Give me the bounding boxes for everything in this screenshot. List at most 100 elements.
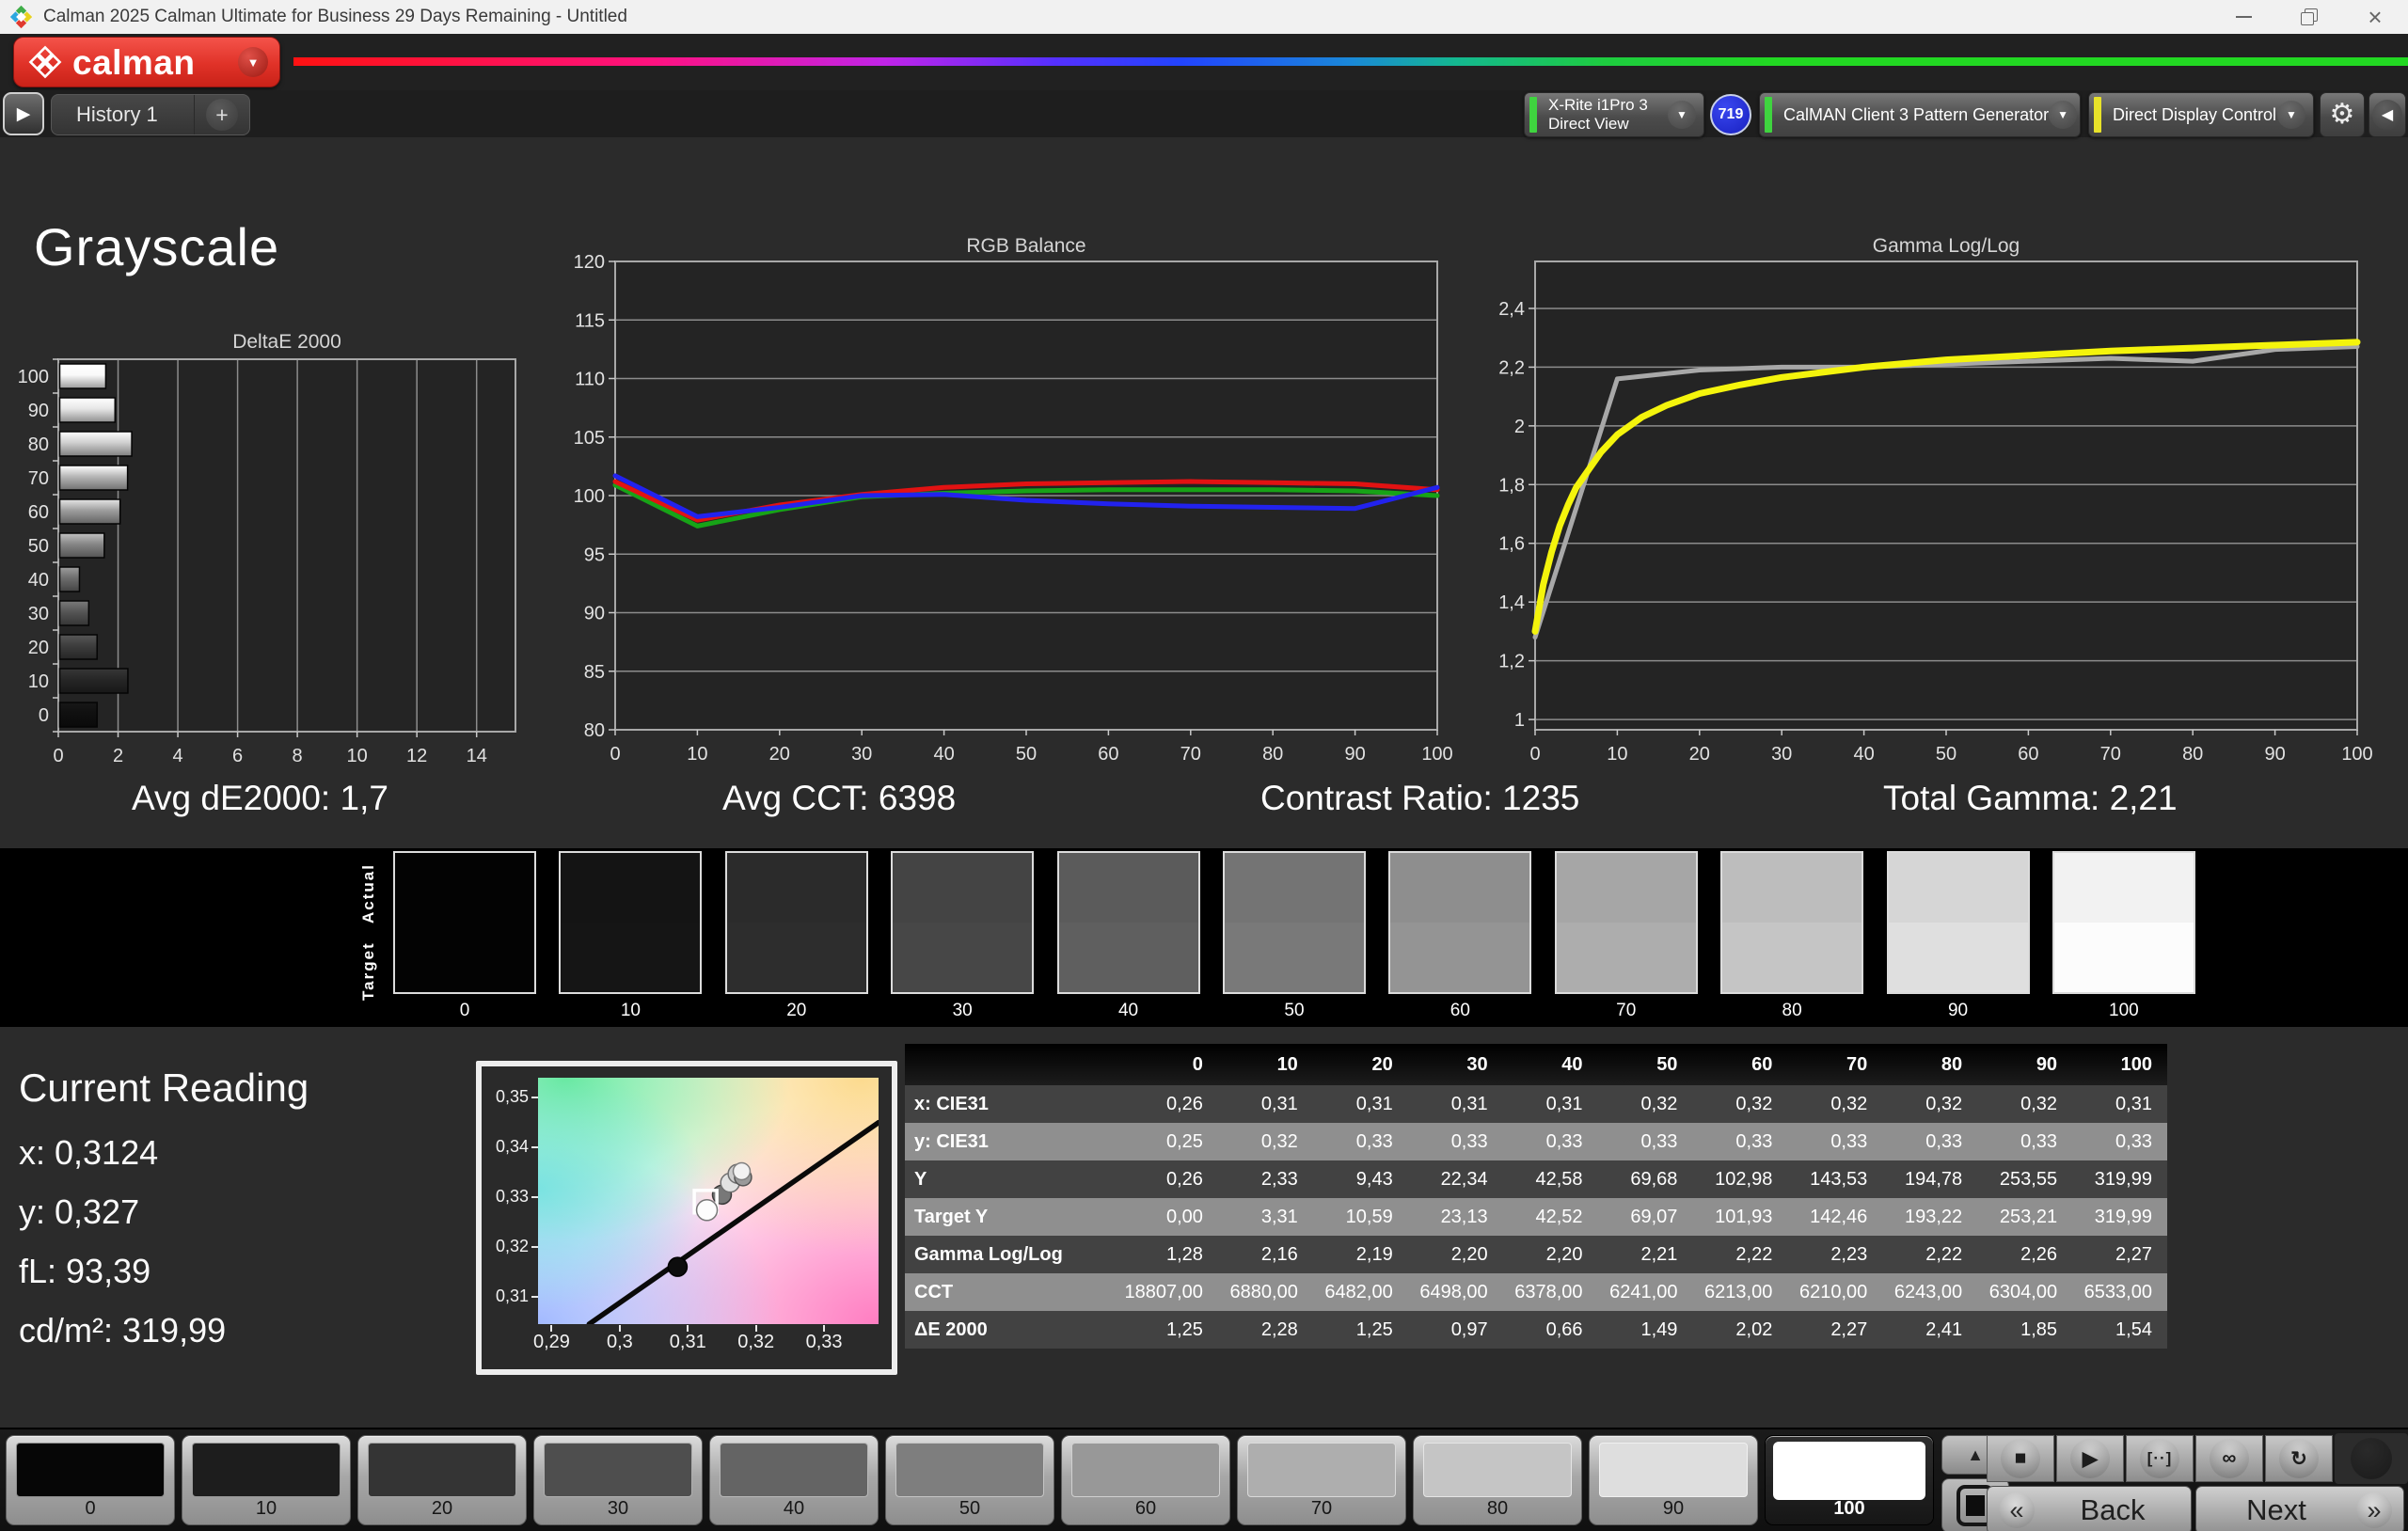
cie-x-tick-label: 0,33: [806, 1332, 843, 1353]
svg-text:80: 80: [1262, 744, 1283, 764]
settings-button[interactable]: ⚙: [2320, 92, 2365, 137]
back-button-label: Back: [2035, 1493, 2191, 1527]
svg-text:1,8: 1,8: [1498, 475, 1525, 496]
table-cell: 22,34: [1408, 1169, 1503, 1191]
refresh-button[interactable]: ↻: [2265, 1435, 2333, 1482]
disabled-meter-button[interactable]: [2335, 1433, 2408, 1484]
stop-icon: ■: [2015, 1447, 2027, 1470]
grayscale-swatch: 100: [2052, 851, 2195, 1021]
swatch-actual-half: [395, 853, 534, 923]
back-button[interactable]: « Back: [1987, 1486, 2192, 1531]
pattern-level-button[interactable]: 70: [1237, 1435, 1406, 1525]
pattern-level-button[interactable]: 40: [709, 1435, 879, 1525]
play-arrow-icon: ▶: [17, 103, 31, 125]
tab-scroll-button[interactable]: ▶: [3, 92, 44, 135]
disabled-circle-icon: [2351, 1438, 2392, 1479]
pattern-level-button[interactable]: 30: [533, 1435, 703, 1525]
tab-history-1[interactable]: History 1 +: [51, 94, 250, 135]
minimize-button[interactable]: [2210, 0, 2276, 34]
svg-text:2,4: 2,4: [1498, 299, 1525, 320]
table-cell: 0,31: [1218, 1094, 1313, 1115]
add-tab-button[interactable]: +: [194, 95, 249, 134]
table-cell: 253,21: [1977, 1207, 2072, 1228]
svg-text:8: 8: [293, 746, 303, 766]
next-button[interactable]: Next »: [2195, 1486, 2404, 1531]
pattern-level-patch: [1247, 1443, 1396, 1497]
cie-y-tick-label: 0,35: [482, 1087, 529, 1107]
app-header: calman ▼: [0, 34, 2408, 90]
table-cell: 0,31: [1408, 1094, 1503, 1115]
swatch-patch: [1720, 851, 1863, 994]
cie-x-tick: [687, 1325, 689, 1332]
swatch-target-half: [727, 923, 866, 992]
table-cell: 0,32: [1692, 1094, 1787, 1115]
pattern-level-button[interactable]: 80: [1413, 1435, 1582, 1525]
pattern-level-button[interactable]: 90: [1589, 1435, 1758, 1525]
table-cell: 6880,00: [1218, 1282, 1313, 1303]
pattern-generator-selector-button[interactable]: CalMAN Client 3 Pattern Generator ▼: [1759, 92, 2081, 137]
pattern-level-button[interactable]: 0: [6, 1435, 175, 1525]
pattern-level-label: 30: [534, 1498, 702, 1520]
calman-menu-button[interactable]: calman ▼: [13, 37, 280, 87]
table-cell: 6482,00: [1313, 1282, 1408, 1303]
pattern-level-button[interactable]: 60: [1061, 1435, 1230, 1525]
current-reading-y: y: 0,327: [19, 1192, 139, 1232]
table-cell: 194,78: [1882, 1169, 1977, 1191]
svg-text:14: 14: [467, 746, 487, 766]
display-control-selector-button[interactable]: Direct Display Control ▼: [2088, 92, 2314, 137]
cie-x-tick-label: 0,3: [607, 1332, 633, 1353]
table-cell: 2,26: [1977, 1244, 2072, 1266]
table-row-label: Gamma Log/Log: [905, 1244, 1123, 1266]
restore-button[interactable]: [2276, 0, 2342, 34]
stop-button[interactable]: ■: [1987, 1435, 2054, 1482]
swatch-level-label: 50: [1223, 1001, 1366, 1021]
continuous-read-button[interactable]: ∞: [2195, 1435, 2263, 1482]
table-cell: 6243,00: [1882, 1282, 1977, 1303]
table-cell: 42,58: [1503, 1169, 1598, 1191]
table-cell: 2,27: [1787, 1319, 1882, 1341]
refresh-icon: ↻: [2290, 1447, 2307, 1471]
pattern-size-button[interactable]: [··]: [2126, 1435, 2194, 1482]
table-cell: 0,32: [1598, 1094, 1693, 1115]
svg-text:0: 0: [53, 746, 63, 766]
calman-app-window: Calman 2025 Calman Ultimate for Business…: [0, 0, 2408, 1531]
swatch-patch: [559, 851, 702, 994]
svg-text:95: 95: [584, 545, 605, 565]
current-reading-fl: fL: 93,39: [19, 1252, 150, 1291]
current-reading-heading: Current Reading: [19, 1065, 309, 1111]
table-cell: 319,99: [2072, 1207, 2167, 1228]
swatch-target-half: [1557, 923, 1696, 992]
table-cell: 193,22: [1882, 1207, 1977, 1228]
pattern-level-label: 60: [1062, 1498, 1229, 1520]
play-button[interactable]: ▶: [2056, 1435, 2124, 1482]
table-cell: 0,33: [1787, 1131, 1882, 1153]
chevron-down-icon: ▼: [1676, 108, 1687, 121]
pattern-level-label: 70: [1238, 1498, 1405, 1520]
swatch-target-half: [1722, 923, 1861, 992]
table-cell: 42,52: [1503, 1207, 1598, 1228]
cie-y-tick-label: 0,32: [482, 1237, 529, 1256]
restore-icon: [2301, 8, 2318, 25]
current-reading-x: x: 0,3124: [19, 1133, 158, 1173]
table-cell: 0,00: [1123, 1207, 1218, 1228]
swatch-actual-half: [1390, 853, 1529, 923]
pattern-level-button[interactable]: 50: [885, 1435, 1054, 1525]
next-chevron-icon: »: [2367, 1496, 2381, 1525]
pattern-level-button[interactable]: 10: [182, 1435, 351, 1525]
meter-selector-button[interactable]: X-Rite i1Pro 3 Direct View ▼: [1524, 92, 1704, 137]
table-cell: 0,32: [1218, 1131, 1313, 1153]
pattern-level-label: 10: [182, 1498, 350, 1520]
pattern-level-button[interactable]: 100: [1765, 1435, 1934, 1525]
next-button-label: Next: [2196, 1493, 2356, 1527]
close-button[interactable]: ×: [2342, 0, 2408, 34]
chevron-down-icon: ▼: [2286, 108, 2297, 121]
swatch-target-half: [893, 923, 1032, 992]
table-column-header: 40: [1503, 1054, 1598, 1076]
table-cell: 0,26: [1123, 1169, 1218, 1191]
pattern-level-patch: [544, 1443, 692, 1497]
table-cell: 69,68: [1598, 1169, 1693, 1191]
meter-status-stripe: [1529, 97, 1537, 133]
pattern-control-bar: 0102030405060708090100 ▲ ■ ▶ [··] ∞ ↻ « …: [0, 1428, 2408, 1531]
collapse-panel-button[interactable]: ◀: [2368, 92, 2406, 137]
pattern-level-button[interactable]: 20: [357, 1435, 527, 1525]
